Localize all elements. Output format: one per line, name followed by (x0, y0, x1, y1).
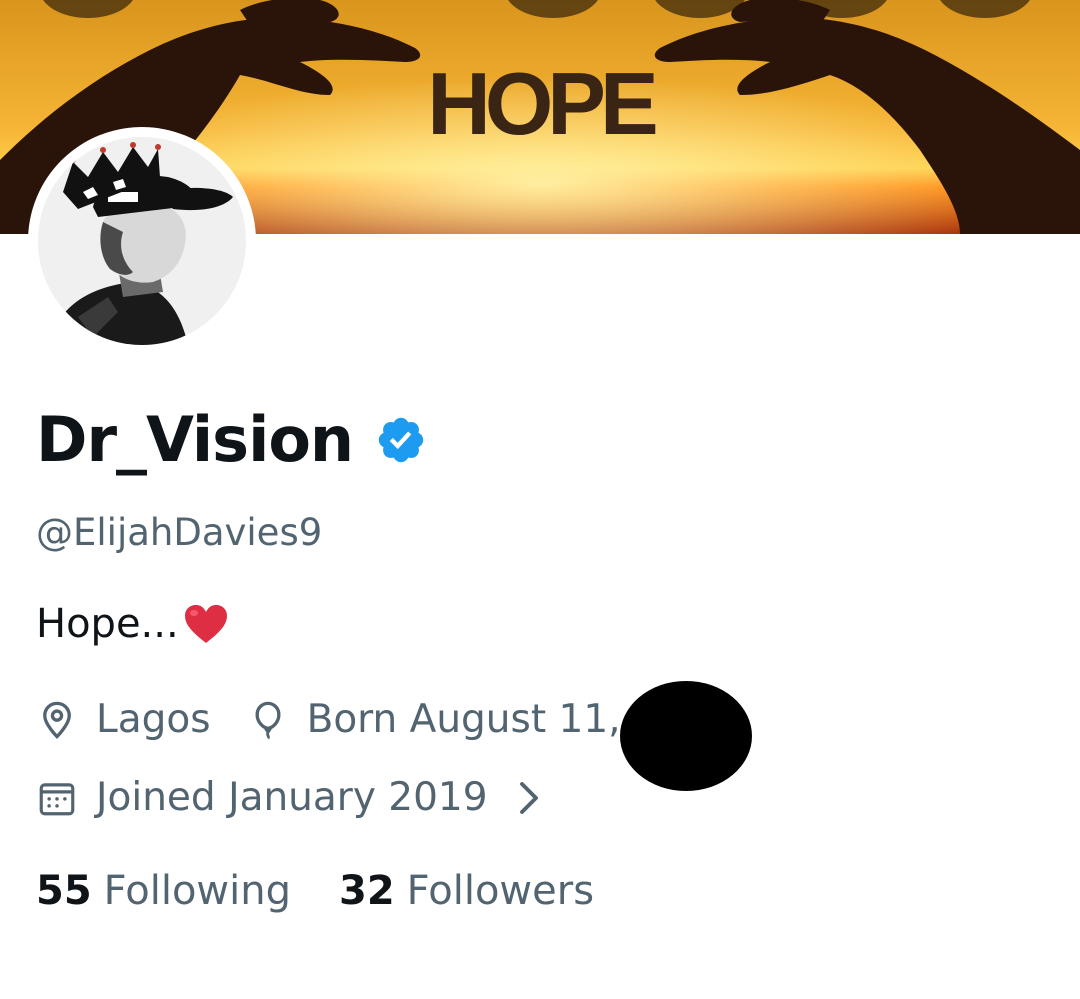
location-pin-icon (43, 701, 71, 739)
following-count: 55 (36, 868, 92, 914)
avatar-ring[interactable] (28, 127, 256, 355)
redaction-mark (620, 681, 752, 791)
following-label: Following (103, 868, 291, 914)
chevron-right-icon[interactable] (516, 777, 542, 819)
red-heart-icon (184, 605, 227, 643)
followers-count: 32 (339, 868, 395, 914)
bio: Hope... (36, 602, 229, 646)
avatar-image (38, 137, 246, 345)
avatar[interactable] (38, 137, 246, 345)
display-name-row: Dr_Vision (36, 400, 427, 480)
bio-text: Hope... (36, 601, 179, 647)
user-handle: @ElijahDavies9 (36, 511, 323, 554)
joined-text: Joined January 2019 (96, 775, 488, 820)
balloon-icon (255, 701, 281, 739)
banner-text: HOPE (427, 54, 656, 153)
followers-link[interactable]: 32 Followers (339, 868, 594, 914)
verified-badge-icon[interactable] (375, 414, 427, 466)
birthday: Born August 11, (247, 697, 621, 742)
joined-row[interactable]: Joined January 2019 (36, 775, 542, 820)
follow-stats: 55 Following 32 Followers (36, 868, 594, 914)
followers-label: Followers (406, 868, 595, 914)
calendar-icon (39, 782, 75, 815)
display-name: Dr_Vision (36, 403, 354, 476)
birthday-text: Born August 11, (306, 697, 621, 742)
joined: Joined January 2019 (36, 775, 488, 820)
location: Lagos (36, 697, 211, 742)
location-text: Lagos (96, 697, 211, 742)
profile-meta-row: Lagos Born August 11, (36, 697, 621, 742)
following-link[interactable]: 55 Following (36, 868, 291, 914)
